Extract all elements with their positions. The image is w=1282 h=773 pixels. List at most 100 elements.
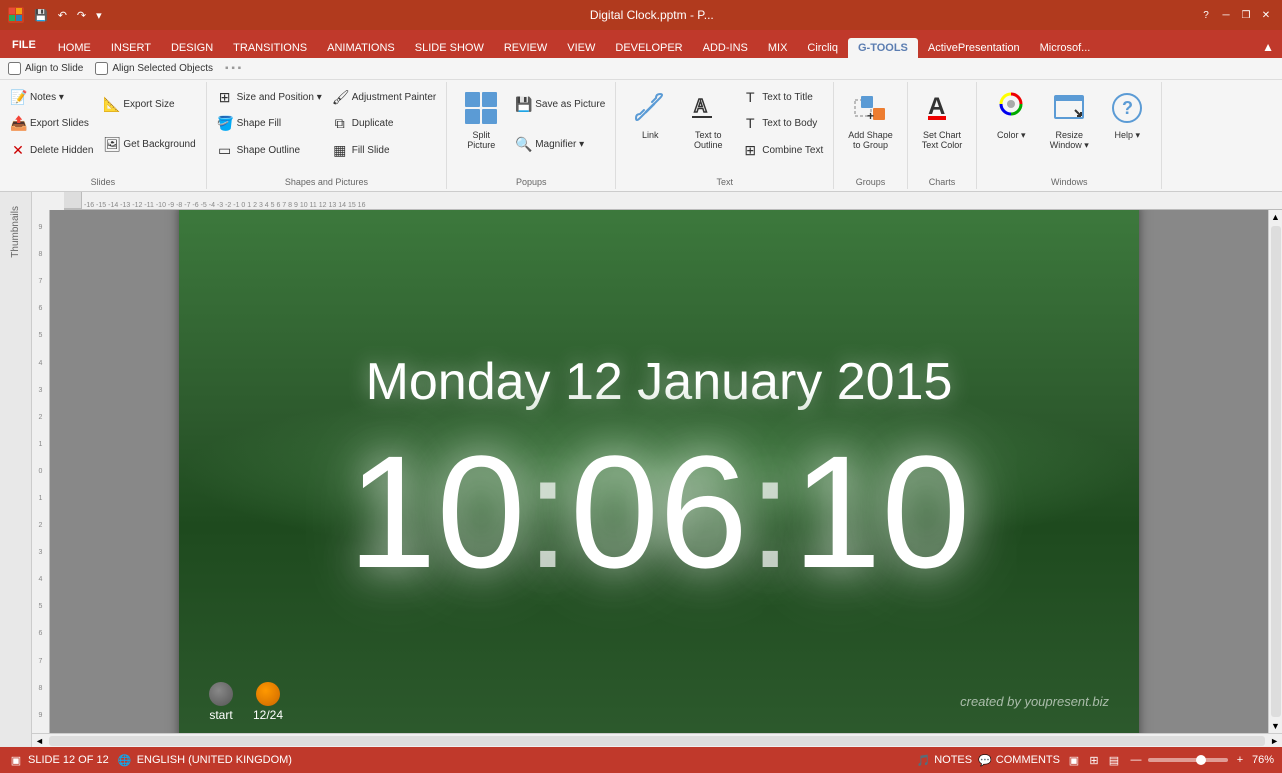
slide-credit: created by youpresent.biz	[960, 694, 1109, 709]
tab-developer[interactable]: DEVELOPER	[605, 38, 692, 58]
zoom-control: — + 76%	[1128, 752, 1274, 768]
shape-fill-icon: 🪣	[217, 115, 233, 132]
tab-transitions[interactable]: TRANSITIONS	[223, 38, 317, 58]
slides-buttons2: 📐 Export Size 🖼 Get Background	[99, 84, 199, 164]
shape-outline-label: Shape Outline	[237, 145, 300, 156]
restore-btn[interactable]: ❒	[1238, 7, 1254, 23]
notes-status-btn[interactable]: 🎵 NOTES	[916, 754, 972, 767]
set-chart-text-color-btn[interactable]: A Set ChartText Color	[914, 84, 971, 154]
tab-gtools[interactable]: G-TOOLS	[848, 38, 918, 58]
tab-mix[interactable]: MIX	[758, 38, 798, 58]
adjustment-painter-btn[interactable]: 🖌 Adjustment Painter	[328, 87, 441, 108]
fill-slide-btn[interactable]: ▦ Fill Slide	[328, 140, 441, 161]
close-btn[interactable]: ✕	[1258, 7, 1274, 23]
tab-animations[interactable]: ANIMATIONS	[317, 38, 405, 58]
save-quick-btn[interactable]: 💾	[30, 7, 52, 24]
ribbon-group-charts-content: A Set ChartText Color	[914, 84, 971, 175]
text-to-body-icon: T	[742, 115, 758, 131]
ribbon-tabs-bar: FILE HOME INSERT DESIGN TRANSITIONS ANIM…	[0, 30, 1282, 58]
text-to-body-btn[interactable]: T Text to Body	[738, 113, 827, 133]
slide-info: SLIDE 12 OF 12	[28, 754, 109, 766]
duplicate-icon: ⧉	[332, 115, 348, 132]
minimize-btn[interactable]: ─	[1218, 7, 1234, 23]
undo-quick-btn[interactable]: ↶	[54, 7, 71, 24]
save-as-picture-btn[interactable]: 💾 Save as Picture	[511, 94, 609, 115]
add-shape-to-group-btn[interactable]: + Add Shapeto Group	[840, 84, 901, 154]
ribbon-group-shapes-content: ⊞ Size and Position ▾ 🪣 Shape Fill ▭ Sha…	[213, 84, 441, 175]
tab-file[interactable]: FILE	[0, 32, 48, 58]
vertical-ruler: 9876543210123456789	[32, 210, 50, 733]
export-size-btn[interactable]: 📐 Export Size	[99, 94, 199, 115]
delete-hidden-btn[interactable]: ✕ Delete Hidden	[6, 140, 97, 161]
tab-microsof[interactable]: Microsof...	[1030, 38, 1101, 58]
get-background-icon: 🖼	[103, 136, 119, 153]
color-icon	[991, 88, 1031, 128]
link-label: Link	[642, 130, 659, 140]
export-slides-btn[interactable]: 📤 Export Slides	[6, 113, 97, 134]
align-to-slide-checkbox[interactable]	[8, 62, 21, 75]
presenter-view-btn[interactable]: ▤	[1106, 752, 1122, 768]
color-btn[interactable]: Color ▾	[983, 84, 1039, 145]
shape-outline-btn[interactable]: ▭ Shape Outline	[213, 140, 326, 161]
split-picture-btn[interactable]: SplitPicture	[453, 84, 509, 154]
ribbon-collapse-btn[interactable]: ▲	[1254, 36, 1282, 58]
shape-fill-btn[interactable]: 🪣 Shape Fill	[213, 113, 326, 134]
tab-design[interactable]: DESIGN	[161, 38, 223, 58]
ribbon-group-slides-content: 📝 Notes ▾ 📤 Export Slides ✕ Delete Hidde…	[6, 84, 200, 175]
combine-text-icon: ⊞	[742, 142, 758, 159]
help-btn[interactable]: ?	[1198, 7, 1214, 23]
scroll-thumb-v[interactable]	[1271, 226, 1281, 717]
text-to-title-btn[interactable]: T Text to Title	[738, 87, 827, 107]
tab-addins[interactable]: ADD-INS	[693, 38, 758, 58]
scroll-left-btn[interactable]: ◄	[32, 734, 47, 747]
scrollbar-vertical[interactable]: ▲ ▼	[1268, 210, 1282, 733]
size-position-btn[interactable]: ⊞ Size and Position ▾	[213, 87, 326, 108]
tab-insert[interactable]: INSERT	[101, 38, 161, 58]
tab-slideshow[interactable]: SLIDE SHOW	[405, 38, 494, 58]
tab-review[interactable]: REVIEW	[494, 38, 557, 58]
link-icon	[630, 88, 670, 128]
ribbon-group-windows: Color ▾ ResizeWindow ▾	[977, 82, 1162, 189]
get-background-btn[interactable]: 🖼 Get Background	[99, 134, 199, 155]
duplicate-btn[interactable]: ⧉ Duplicate	[328, 113, 441, 134]
normal-view-btn[interactable]: ▣	[1066, 752, 1082, 768]
text-to-title-label: Text to Title	[762, 92, 813, 103]
text-to-outline-btn[interactable]: A Text toOutline	[680, 84, 736, 154]
app-icon	[8, 7, 24, 23]
tab-circliq[interactable]: Circliq	[797, 38, 848, 58]
zoom-in-btn[interactable]: +	[1232, 752, 1248, 768]
scroll-down-btn[interactable]: ▼	[1269, 719, 1282, 733]
zoom-slider[interactable]	[1148, 758, 1228, 762]
grid-view-btn[interactable]: ⊞	[1086, 752, 1102, 768]
tab-view[interactable]: VIEW	[557, 38, 605, 58]
shapes-group-label: Shapes and Pictures	[285, 177, 368, 187]
shape-fill-label: Shape Fill	[237, 118, 281, 129]
scroll-right-btn[interactable]: ►	[1267, 734, 1282, 747]
customize-quick-btn[interactable]: ▾	[92, 7, 106, 24]
1224-control[interactable]: 12/24	[253, 682, 283, 722]
tab-home[interactable]: HOME	[48, 38, 101, 58]
magnifier-btn[interactable]: 🔍 Magnifier ▾	[511, 134, 609, 155]
resize-window-btn[interactable]: ResizeWindow ▾	[1041, 84, 1097, 155]
scroll-thumb-h[interactable]	[49, 736, 1265, 746]
notes-btn[interactable]: 📝 Notes ▾	[6, 87, 97, 108]
tab-activepresentation[interactable]: ActivePresentation	[918, 38, 1030, 58]
notes-label: Notes ▾	[30, 92, 64, 103]
zoom-out-btn[interactable]: —	[1128, 752, 1144, 768]
comments-status-btn[interactable]: 💬 COMMENTS	[978, 754, 1060, 767]
start-control[interactable]: start	[209, 682, 233, 722]
help-icon: ?	[1107, 88, 1147, 128]
link-btn[interactable]: Link	[622, 84, 678, 144]
split-picture-label: SplitPicture	[467, 130, 495, 150]
ribbon-group-text-content: Link A Text toOutline T Text to Title	[622, 84, 827, 175]
combine-text-btn[interactable]: ⊞ Combine Text	[738, 140, 827, 161]
resize-window-label: ResizeWindow ▾	[1050, 130, 1089, 151]
redo-quick-btn[interactable]: ↷	[73, 7, 90, 24]
language-label: ENGLISH (UNITED KINGDOM)	[137, 754, 292, 766]
scroll-up-btn[interactable]: ▲	[1269, 210, 1282, 224]
align-to-slide-label: Align to Slide	[25, 63, 83, 74]
help-btn[interactable]: ? Help ▾	[1099, 84, 1155, 145]
align-selected-checkbox[interactable]	[95, 62, 108, 75]
export-slides-label: Export Slides	[30, 118, 89, 129]
windows-group-label: Windows	[1051, 177, 1088, 187]
